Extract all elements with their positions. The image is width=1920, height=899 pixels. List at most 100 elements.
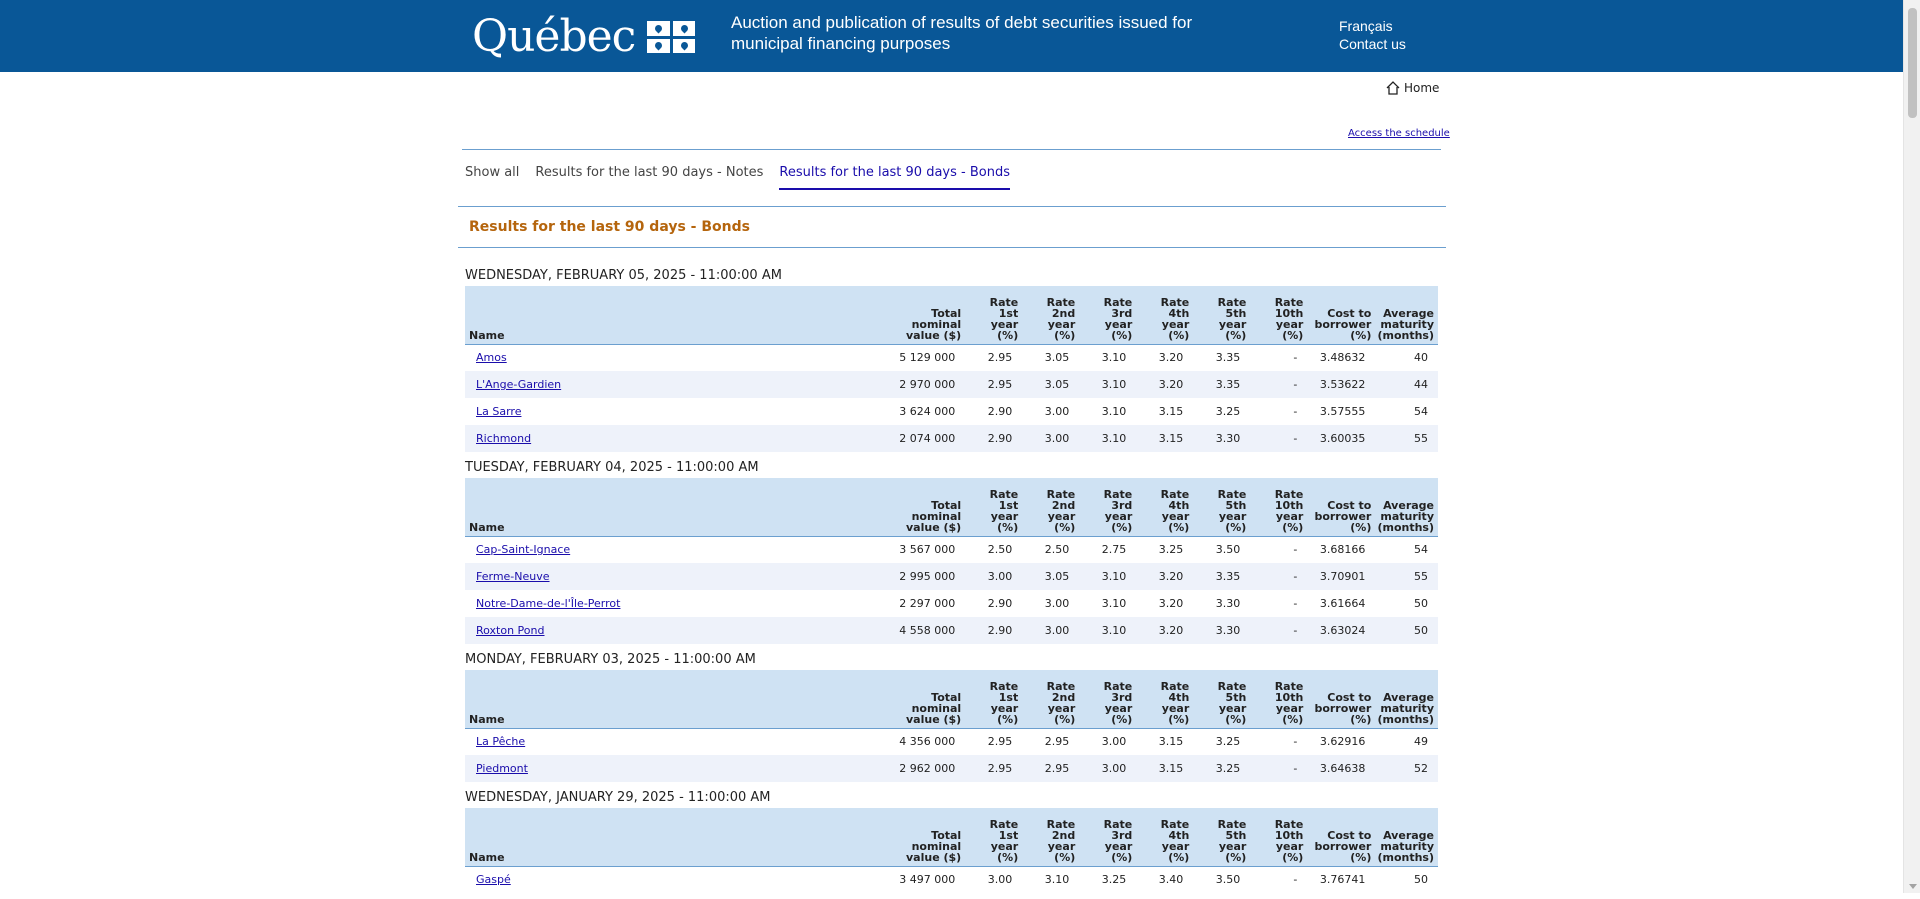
column-header-line: 2nd (1051, 828, 1076, 842)
divider (458, 206, 1446, 207)
value-cell-r5: 3.50 (1193, 536, 1251, 563)
column-header-line: (months) (1377, 328, 1434, 342)
value-cell-r10: - (1250, 728, 1308, 755)
municipality-link[interactable]: La Sarre (476, 405, 521, 418)
scroll-down-arrow-icon[interactable] (1909, 884, 1917, 889)
column-header-line: borrower (1314, 701, 1372, 715)
value-cell-r2: 2.50 (1022, 536, 1080, 563)
value-cell-r10: - (1250, 425, 1308, 452)
language-link[interactable]: Français (1339, 17, 1406, 35)
value-cell-avg: 54 (1375, 398, 1438, 425)
column-header-r4: Rate 4th year (%) (1136, 670, 1194, 729)
column-header-line: 5th (1225, 498, 1247, 512)
column-header-line: (%) (1054, 712, 1076, 726)
value-cell-total: 5 129 000 (895, 344, 966, 371)
column-header-line: 1st (998, 828, 1019, 842)
municipality-cell: Piedmont (465, 755, 896, 782)
column-header-line: year (1218, 701, 1247, 715)
column-header-name: Name (465, 478, 896, 537)
column-header-line: Rate (1103, 295, 1133, 309)
table-row: La Pêche 4 356 000 2.95 2.95 3.00 3.15 3.25-3.… (465, 728, 1438, 755)
value-cell-r1: 2.95 (965, 755, 1023, 782)
column-header-line: year (990, 509, 1019, 523)
municipality-link[interactable]: Amos (476, 351, 507, 364)
municipality-cell: Roxton Pond (465, 617, 896, 644)
column-header-line: borrower (1314, 839, 1372, 853)
municipality-link[interactable]: Roxton Pond (476, 624, 545, 637)
column-header-line: nominal (911, 509, 962, 523)
municipality-link[interactable]: Cap-Saint-Ignace (476, 543, 570, 556)
municipality-link[interactable]: Richmond (476, 432, 531, 445)
column-header-line: Total (931, 828, 962, 842)
column-header-line: 1st (998, 690, 1019, 704)
table-row: Amos 5 129 000 2.95 3.05 3.10 3.20 3.35-3.4863… (465, 344, 1438, 371)
page-scrollbar[interactable] (1903, 0, 1920, 893)
value-cell-avg: 49 (1375, 728, 1438, 755)
column-header-line: 10th (1274, 306, 1304, 320)
value-cell-r5: 3.35 (1193, 371, 1251, 398)
column-header-line: 10th (1274, 498, 1304, 512)
municipality-cell: Amos (465, 344, 896, 371)
value-cell-r4: 3.15 (1136, 728, 1194, 755)
quebec-logo[interactable]: Québec (472, 11, 696, 62)
column-header-line: (%) (1282, 328, 1304, 342)
column-header-name: Name (465, 670, 896, 729)
value-cell-r1: 2.95 (965, 728, 1023, 755)
value-cell-r4: 3.15 (1136, 425, 1194, 452)
municipality-link[interactable]: Piedmont (476, 762, 528, 775)
municipality-link[interactable]: Gaspé (476, 873, 511, 886)
column-header-line: 3rd (1111, 306, 1133, 320)
contact-link[interactable]: Contact us (1339, 35, 1406, 53)
column-header-line: (%) (1282, 712, 1304, 726)
column-header-line: Total (931, 690, 962, 704)
column-header-line: (%) (1282, 520, 1304, 534)
column-header-line: nominal (911, 839, 962, 853)
column-header-line: Rate (1046, 679, 1076, 693)
column-header-line: (%) (1111, 712, 1133, 726)
column-header-line: year (1275, 701, 1304, 715)
column-header-line: Rate (1160, 295, 1190, 309)
scrollbar-thumb[interactable] (1908, 8, 1917, 118)
value-cell-r10: - (1250, 563, 1308, 590)
value-cell-r3: 3.10 (1079, 563, 1137, 590)
municipality-cell: La Pêche (465, 728, 896, 755)
column-header-line: Rate (1217, 295, 1247, 309)
column-header-line: 3rd (1111, 828, 1133, 842)
tab-bonds[interactable]: Results for the last 90 days - Bonds (779, 165, 1010, 190)
column-header-line: (%) (1225, 850, 1247, 864)
value-cell-r1: 3.00 (965, 563, 1023, 590)
municipality-link[interactable]: Ferme-Neuve (476, 570, 550, 583)
tab-notes[interactable]: Results for the last 90 days - Notes (535, 165, 763, 190)
value-cell-r10: - (1250, 590, 1308, 617)
table-row: La Sarre 3 624 000 2.90 3.00 3.10 3.15 3.25-3.… (465, 398, 1438, 425)
column-header-line: year (1047, 317, 1076, 331)
column-header-line: (%) (997, 850, 1019, 864)
column-header-r4: Rate 4th year (%) (1136, 478, 1194, 537)
municipality-link[interactable]: Notre-Dame-de-l'Île-Perrot (476, 597, 620, 610)
home-link[interactable]: Home (1385, 80, 1439, 96)
value-cell-r4: 3.20 (1136, 617, 1194, 644)
column-header-r4: Rate 4th year (%) (1136, 286, 1194, 345)
table-row: Richmond 2 074 000 2.90 3.00 3.10 3.15 3.30-3.… (465, 425, 1438, 452)
value-cell-r5: 3.25 (1193, 755, 1251, 782)
tab-show-all[interactable]: Show all (465, 165, 519, 190)
section-title: Results for the last 90 days - Bonds (469, 219, 750, 235)
column-header-line: Rate (1046, 295, 1076, 309)
schedule-link[interactable]: Access the schedule (1348, 128, 1450, 139)
value-cell-r3: 3.10 (1079, 344, 1137, 371)
column-header-line: year (1104, 509, 1133, 523)
value-cell-total: 2 970 000 (895, 371, 966, 398)
column-header-line: Rate (1274, 817, 1304, 831)
table-row: Gaspé 3 497 000 3.00 3.10 3.25 3.40 3.50-3.767… (465, 866, 1438, 893)
logo-wordmark: Québec (472, 11, 636, 62)
municipality-link[interactable]: La Pêche (476, 735, 525, 748)
value-cell-r3: 3.10 (1079, 617, 1137, 644)
value-cell-r10: - (1250, 344, 1308, 371)
municipality-link[interactable]: L'Ange-Gardien (476, 378, 561, 391)
column-header-line: Rate (1217, 679, 1247, 693)
value-cell-r2: 3.00 (1022, 590, 1080, 617)
value-cell-r3: 3.10 (1079, 398, 1137, 425)
column-header-r1: Rate 1st year (%) (965, 808, 1023, 867)
column-header-line: (%) (1054, 520, 1076, 534)
column-header-line: (%) (1054, 328, 1076, 342)
